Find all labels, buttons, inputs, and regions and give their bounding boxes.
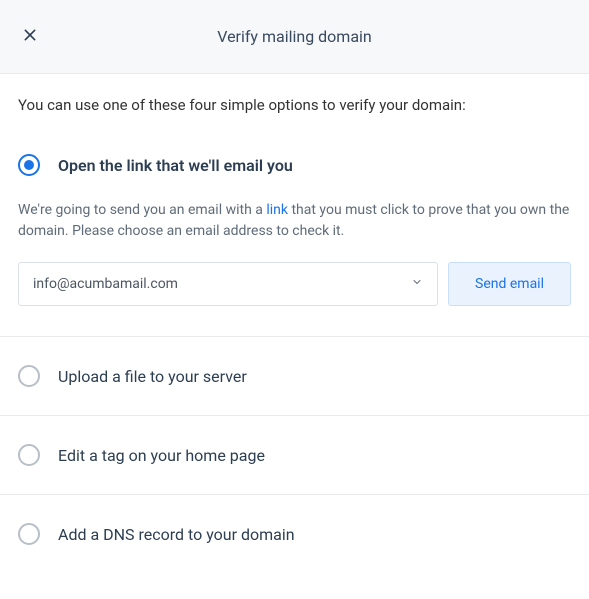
option-upload-file-label: Upload a file to your server — [58, 367, 247, 386]
email-select-value: info@acumbamail.com — [33, 276, 178, 292]
send-email-button[interactable]: Send email — [448, 262, 571, 306]
radio-upload-file[interactable] — [18, 365, 40, 387]
chevron-down-icon — [411, 276, 423, 292]
option-dns-record[interactable]: Add a DNS record to your domain — [18, 495, 571, 573]
radio-email-link[interactable] — [18, 154, 40, 176]
option-email-link-label: Open the link that we'll email you — [58, 156, 293, 175]
email-input-row: info@acumbamail.com Send email — [18, 262, 571, 306]
option-upload-file[interactable]: Upload a file to your server — [18, 337, 571, 415]
radio-edit-tag[interactable] — [18, 444, 40, 466]
modal-title: Verify mailing domain — [0, 27, 589, 46]
radio-dns-record[interactable] — [18, 523, 40, 545]
option-email-link-desc: We're going to send you an email with a … — [18, 200, 571, 242]
option-dns-record-label: Add a DNS record to your domain — [58, 525, 295, 544]
email-select[interactable]: info@acumbamail.com — [18, 262, 438, 306]
option-edit-tag-label: Edit a tag on your home page — [58, 446, 265, 465]
modal-content: You can use one of these four simple opt… — [0, 74, 589, 573]
option-email-link[interactable]: Open the link that we'll email you — [18, 154, 571, 176]
intro-text: You can use one of these four simple opt… — [18, 96, 571, 114]
close-button[interactable] — [18, 25, 42, 49]
modal-header: Verify mailing domain — [0, 0, 589, 74]
link-text: link — [266, 202, 288, 218]
option-edit-tag[interactable]: Edit a tag on your home page — [18, 416, 571, 494]
close-icon — [22, 27, 38, 47]
